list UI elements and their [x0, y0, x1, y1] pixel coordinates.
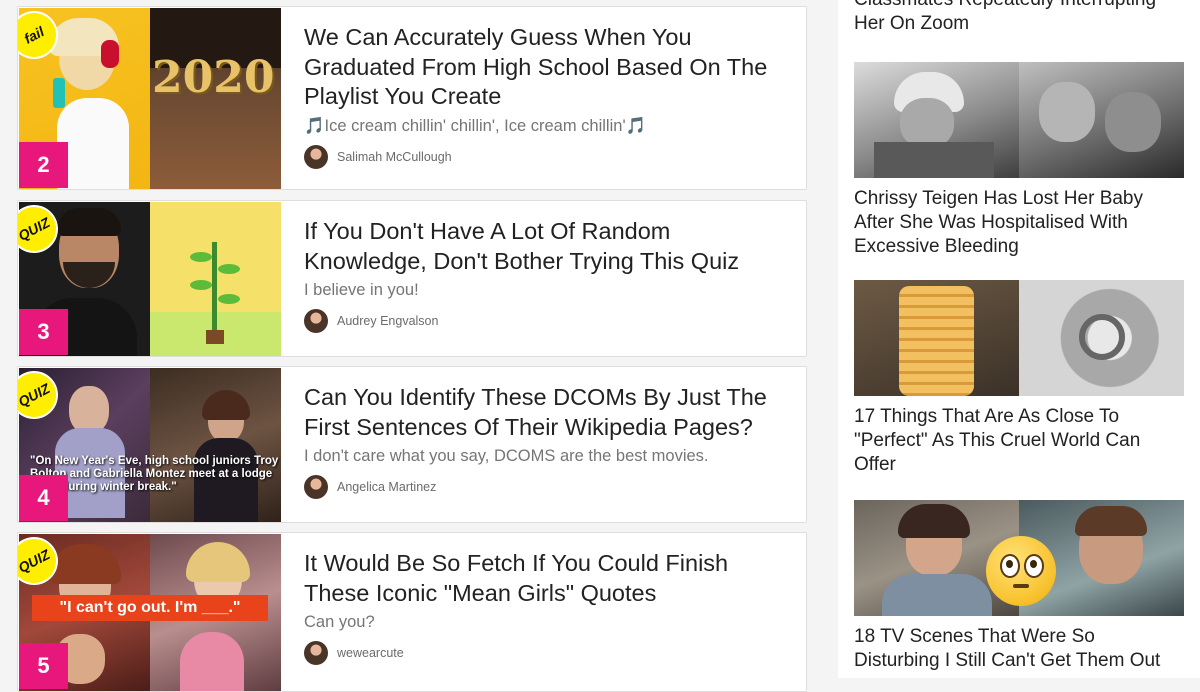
sidebar-item[interactable]: Chrissy Teigen Has Lost Her Baby After S…	[854, 62, 1184, 259]
sidebar-thumbnail[interactable]	[854, 62, 1184, 178]
sidebar-item-title[interactable]: Chrissy Teigen Has Lost Her Baby After S…	[854, 187, 1184, 259]
byline: Audrey Engvalson	[304, 309, 794, 333]
thumb-banner: "I can't go out. I'm ___."	[32, 595, 268, 621]
sidebar: Classmates Repeatedly Interrupting Her O…	[838, 0, 1200, 678]
feed-list: 2020 fail 2 We Can Accurately Guess When…	[0, 0, 836, 692]
author-name[interactable]: Salimah McCullough	[337, 150, 452, 164]
author-name[interactable]: wewearcute	[337, 646, 404, 660]
thumb-year-text: 2020	[152, 52, 275, 103]
feed-card[interactable]: "I can't go out. I'm ___." QUIZ 5 It Wou…	[17, 532, 807, 692]
card-description: I believe in you!	[304, 281, 419, 299]
author-avatar[interactable]	[304, 144, 328, 169]
card-title[interactable]: We Can Accurately Guess When You Graduat…	[304, 23, 794, 112]
byline: Angelica Martinez	[304, 475, 794, 499]
rank-number: 3	[19, 309, 68, 355]
sidebar-item[interactable]: 17 Things That Are As Close To "Perfect"…	[854, 280, 1184, 477]
feed-card[interactable]: 2020 fail 2 We Can Accurately Guess When…	[17, 6, 807, 190]
rank-number: 2	[19, 142, 68, 188]
card-description: 🎵Ice cream chillin' chillin', Ice cream …	[304, 116, 647, 135]
sidebar-item-title[interactable]: Classmates Repeatedly Interrupting Her O…	[854, 0, 1190, 36]
author-avatar[interactable]	[304, 309, 328, 333]
author-avatar[interactable]	[304, 641, 328, 665]
sidebar-item-title[interactable]: 18 TV Scenes That Were So Disturbing I S…	[854, 625, 1184, 673]
card-description: Can you?	[304, 613, 375, 631]
author-name[interactable]: Audrey Engvalson	[337, 314, 438, 328]
rank-number: 4	[19, 475, 68, 521]
author-name[interactable]: Angelica Martinez	[337, 480, 436, 494]
author-avatar[interactable]	[304, 475, 328, 499]
sidebar-thumbnail[interactable]	[854, 280, 1184, 396]
card-title[interactable]: Can You Identify These DCOMs By Just The…	[304, 383, 794, 442]
feed-card[interactable]: "On New Year's Eve, high school juniors …	[17, 366, 807, 523]
byline: Salimah McCullough	[304, 144, 794, 169]
card-title[interactable]: It Would Be So Fetch If You Could Finish…	[304, 549, 794, 608]
sidebar-item-title[interactable]: 17 Things That Are As Close To "Perfect"…	[854, 405, 1184, 477]
feed-card[interactable]: QUIZ 3 If You Don't Have A Lot Of Random…	[17, 200, 807, 357]
sidebar-item[interactable]: 18 TV Scenes That Were So Disturbing I S…	[854, 500, 1184, 673]
shocked-emoji-icon	[986, 536, 1056, 606]
card-title[interactable]: If You Don't Have A Lot Of Random Knowle…	[304, 217, 794, 276]
byline: wewearcute	[304, 641, 794, 665]
rank-number: 5	[19, 643, 68, 689]
card-description: I don't care what you say, DCOMS are the…	[304, 447, 709, 465]
